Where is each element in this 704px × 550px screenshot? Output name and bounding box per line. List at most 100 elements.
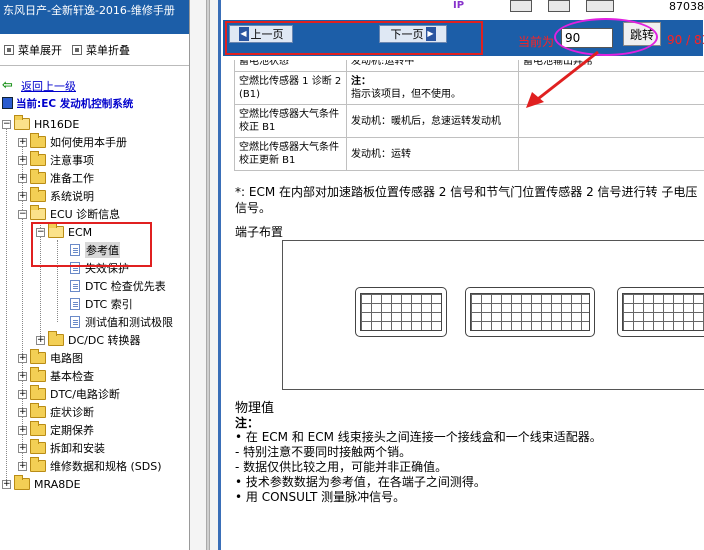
expand-toggle-icon[interactable]: + — [18, 371, 27, 381]
tree-node-system-description[interactable]: + 系统说明 — [18, 187, 94, 205]
tree-node-mra8de[interactable]: + MRA8DE — [2, 475, 81, 493]
folder-open-icon — [30, 205, 46, 220]
folder-icon — [30, 403, 46, 418]
folder-icon — [30, 385, 46, 400]
folder-icon — [30, 421, 46, 436]
page-navigation: IP 87038205 ◀ 上一页 下一页 ▶ 当前为 90 跳转 90 / 8… — [221, 0, 704, 60]
document-icon — [70, 316, 80, 328]
collapse-menu-button[interactable]: 菜单折叠 — [72, 42, 130, 58]
document-content: 蓄电池状态 发动机:运转中 蓄电池输出异常 空燃比传感器 1 诊断 2 (B1)… — [221, 60, 704, 550]
table-cell: 发动机：暖机后，怠速运转发动机 — [346, 104, 519, 138]
tree-node-periodic-maintenance[interactable]: + 定期保养 — [18, 421, 94, 439]
connector-b — [465, 287, 595, 337]
tree-node-dtc-circuit-diagnosis[interactable]: + DTC/电路诊断 — [18, 385, 120, 403]
tree-node-hr16de[interactable]: − HR16DE — [2, 115, 79, 133]
expand-toggle-icon[interactable]: + — [18, 191, 27, 201]
ecm-highlight-box — [31, 222, 152, 267]
tree: ⇦ 返回上一级 当前:EC 发动机控制系统 — [0, 66, 189, 112]
tree-node-symptom-diagnosis[interactable]: + 症状诊断 — [18, 403, 94, 421]
table-cell: 发动机：运转 — [346, 137, 519, 171]
notes-list: • 在 ECM 和 ECM 线束接头之间连接一个接线盒和一个线束适配器。 - 特… — [235, 430, 704, 505]
table-cell: 蓄电池状态 — [234, 60, 347, 72]
list-item: - 特别注意不要同时接触两个销。 — [235, 445, 412, 459]
table-cell — [518, 137, 704, 171]
tree-node-dtc-priority[interactable]: DTC 检查优先表 — [70, 277, 166, 295]
collapse-icon — [72, 44, 82, 55]
tree-toolbar: 菜单展开 菜单折叠 — [0, 34, 189, 66]
tree-node-basic-inspection[interactable]: + 基本检查 — [18, 367, 94, 385]
folder-icon — [30, 169, 46, 184]
connector-a — [355, 287, 447, 337]
current-page-label: 当前为 — [518, 35, 555, 49]
footnote: *: ECM 在内部对加速踏板位置传感器 2 信号和节气门位置传感器 2 信号进… — [235, 185, 698, 215]
expand-toggle-icon[interactable]: + — [18, 443, 27, 453]
expand-toggle-icon[interactable]: + — [18, 407, 27, 417]
tree-node-how-to-use[interactable]: + 如何使用本手册 — [18, 133, 127, 151]
expand-toggle-icon[interactable]: + — [36, 335, 45, 345]
list-item: - 数据仅供比较之用，可能并非正确值。 — [235, 460, 448, 474]
tree-node-preparation[interactable]: + 准备工作 — [18, 169, 94, 187]
folder-icon — [30, 133, 46, 148]
table-cell: 空燃比传感器大气条件校正 B1 — [234, 104, 347, 138]
folder-icon — [14, 475, 30, 490]
terminal-layout-heading: 端子布置 — [235, 225, 284, 239]
document-icon — [70, 280, 80, 292]
splitter-handle[interactable] — [206, 0, 210, 550]
document-icon — [70, 298, 80, 310]
list-item: • 技术参数数据为参考值，在各端子之间测得。 — [235, 475, 486, 489]
input-highlight-ellipse — [554, 18, 658, 56]
tree-node-sds[interactable]: + 维修数据和规格 (SDS) — [18, 457, 162, 475]
folder-icon — [30, 367, 46, 382]
folder-icon — [30, 151, 46, 166]
table-cell — [518, 104, 704, 138]
page-count: 90 / 83 — [667, 33, 704, 47]
note-heading: 注： — [235, 416, 260, 430]
folder-icon — [30, 187, 46, 202]
expand-toggle-icon[interactable]: + — [18, 389, 27, 399]
list-item: • 用 CONSULT 测量脉冲信号。 — [235, 490, 406, 504]
toolbar-widget[interactable] — [548, 0, 570, 12]
expand-icon — [4, 44, 14, 55]
tree-node-precautions[interactable]: + 注意事项 — [18, 151, 94, 169]
splitter[interactable] — [190, 0, 218, 550]
collapse-toggle-icon[interactable]: − — [18, 209, 27, 219]
tree-node-wiring-diagram[interactable]: + 电路图 — [18, 349, 83, 367]
toolbar-widget[interactable] — [510, 0, 532, 12]
tree-node-ecu-diagnosis[interactable]: − ECU 诊断信息 — [18, 205, 120, 223]
book-icon — [2, 97, 13, 109]
folder-icon — [48, 331, 64, 346]
connector-diagram — [282, 240, 704, 390]
current-section: 当前:EC 发动机控制系统 — [2, 94, 189, 112]
table-row: 空燃比传感器大气条件校正 B1 发动机：暖机后，怠速运转发动机 — [234, 104, 704, 138]
table-row: 蓄电池状态 发动机:运转中 蓄电池输出异常 — [234, 60, 704, 72]
expand-toggle-icon[interactable]: + — [18, 353, 27, 363]
list-item: • 在 ECM 和 ECM 线束接头之间连接一个接线盒和一个线束适配器。 — [235, 430, 602, 444]
document-code: 87038205 — [669, 0, 704, 13]
tree-node-dcdc-converter[interactable]: + DC/DC 转换器 — [36, 331, 141, 349]
connector-c — [617, 287, 704, 337]
table-cell: 注： 指示该项目，但不使用。 — [346, 71, 519, 105]
tree-node-dtc-index[interactable]: DTC 索引 — [70, 295, 133, 313]
tree-node-removal-installation[interactable]: + 拆卸和安装 — [18, 439, 105, 457]
table-cell: 发动机:运转中 — [346, 60, 519, 72]
table-row: 空燃比传感器大气条件校正更新 B1 发动机：运转 — [234, 137, 704, 171]
folder-icon — [30, 439, 46, 454]
expand-toggle-icon[interactable]: + — [18, 425, 27, 435]
tree-node-test-values[interactable]: 测试值和测试极限 — [70, 313, 173, 331]
folder-open-icon — [14, 115, 30, 130]
expand-toggle-icon[interactable]: + — [18, 461, 27, 471]
table-cell: 蓄电池输出异常 — [518, 60, 704, 72]
table-row: 空燃比传感器 1 诊断 2 (B1) 注： 指示该项目，但不使用。 — [234, 71, 704, 105]
nav-highlight-box — [225, 21, 483, 55]
collapse-toggle-icon[interactable]: − — [2, 119, 11, 129]
back-link[interactable]: ⇦ 返回上一级 — [2, 78, 189, 94]
toolbar-widget[interactable] — [586, 0, 614, 12]
expand-toggle-icon[interactable]: + — [18, 173, 27, 183]
expand-toggle-icon[interactable]: + — [18, 137, 27, 147]
left-panel: 东风日产-全新轩逸-2016-维修手册 菜单展开 菜单折叠 ⇦ 返回上一级 当前… — [0, 0, 190, 550]
expand-toggle-icon[interactable]: + — [2, 479, 11, 489]
table-cell: 空燃比传感器 1 诊断 2 (B1) — [234, 71, 347, 105]
expand-toggle-icon[interactable]: + — [18, 155, 27, 165]
expand-menu-button[interactable]: 菜单展开 — [4, 42, 62, 58]
table-cell — [518, 71, 704, 105]
